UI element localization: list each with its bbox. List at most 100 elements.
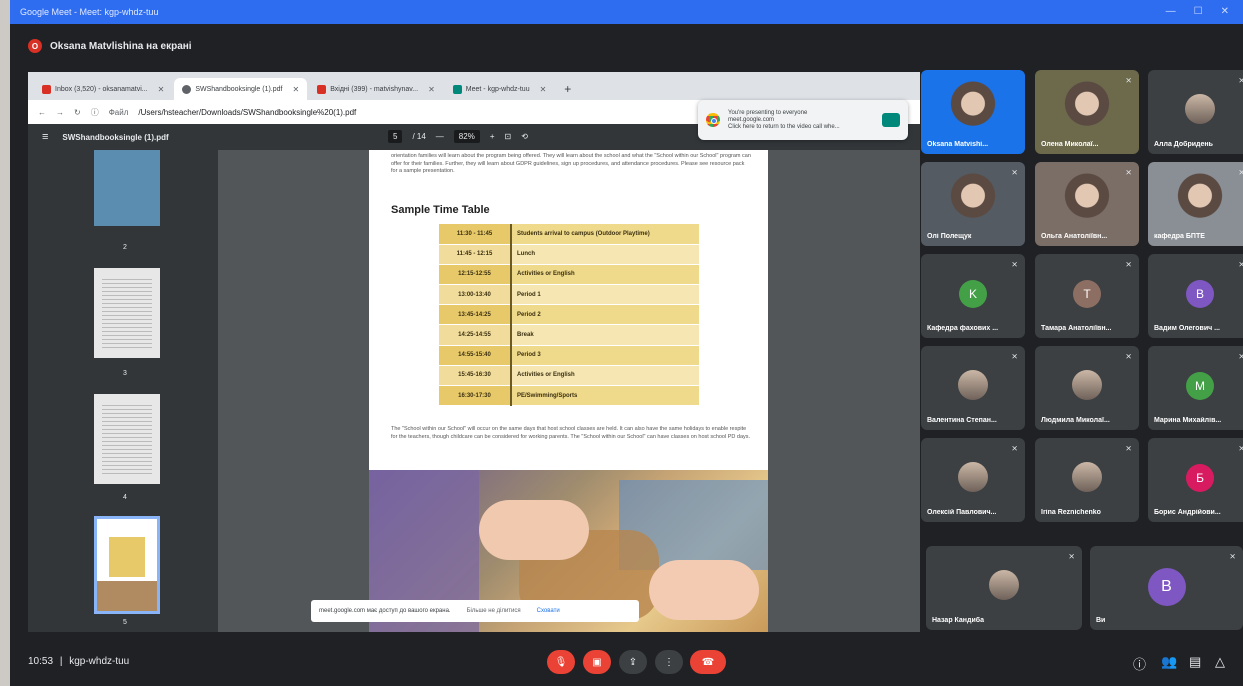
fit-page-icon[interactable]: ⊡ [504,132,511,141]
participant-tile[interactable]: ⨯ Олексій Павлович... [921,438,1025,522]
tab-label: Meet - kgp-whdz-tuu [465,85,530,93]
people-icon[interactable]: 👥 [1161,654,1177,670]
new-tab-button[interactable]: + [556,78,579,100]
close-tab-icon[interactable]: ✕ [428,85,435,94]
browser-tab[interactable]: SWShandbooksingle (1).pdf ✕ [174,78,308,100]
close-tab-icon[interactable]: ✕ [292,85,299,94]
mic-muted-icon: ⨯ [1238,352,1243,361]
timetable-time: 15:45-16:30 [439,365,512,387]
camera-off-icon: ▣ [592,656,602,668]
maximize-icon[interactable]: ☐ [1194,6,1203,17]
browser-tab[interactable]: Вхідні (399) - matvishynav... ✕ [309,78,443,100]
participant-tile[interactable]: ⨯ Irina Reznichenko [1035,438,1139,522]
participant-tile[interactable]: T ⨯ Тамара Анатоліївн... [1035,254,1139,338]
more-options-button[interactable]: ⋮ [655,650,683,674]
camera-toggle-button[interactable]: ▣ [583,650,611,674]
pdf-page: orientation families will learn about th… [369,150,768,632]
browser-tab[interactable]: Meet - kgp-whdz-tuu ✕ [445,78,555,100]
close-tab-icon[interactable]: ✕ [540,85,547,94]
zoom-input[interactable]: 82% [453,130,480,143]
globe-icon [182,84,192,94]
timetable-row: 14:25-14:55 Break [439,324,699,346]
participant-tile[interactable]: B ⨯ Вадим Олегович ... [1148,254,1243,338]
participant-name: Валентина Степан... [927,417,997,424]
page-intro-text: orientation families will learn about th… [391,153,751,175]
tab-label: SWShandbooksingle (1).pdf [195,85,283,93]
participant-tile[interactable]: ⨯ Алла Добридень [1148,70,1243,154]
reload-icon[interactable]: ↻ [74,108,81,117]
timetable-time: 14:25-14:55 [439,324,512,346]
timetable-row: 13:00-13:40 Period 1 [439,284,699,306]
participant-name: Oksana Matvishi... [927,141,989,148]
participant-avatar: M [1186,372,1214,400]
leave-call-button[interactable]: ☎ [690,650,726,674]
participant-tile[interactable]: ⨯ Людмила Миколаї... [1035,346,1139,430]
more-vert-icon: ⋮ [664,656,674,668]
close-icon[interactable]: ✕ [1221,6,1229,17]
url-text[interactable]: /Users/hsteacher/Downloads/SWShandbooksi… [138,108,356,117]
participant-photo [1072,462,1102,492]
timetable-time: 16:30-17:30 [439,385,512,407]
timetable-activity: Period 2 [511,304,699,326]
participant-tile[interactable]: M ⨯ Марина Михайлів... [1148,346,1243,430]
participant-tile[interactable]: ⨯ Ольга Анатоліївн... [1035,162,1139,246]
thumbnail-sidebar: 2 3 4 5 [28,150,218,632]
activities-icon[interactable]: △ [1215,654,1225,670]
participant-name: Людмила Миколаї... [1041,417,1110,424]
timetable-activity: Break [511,324,699,346]
presenting-line1: You're presenting to everyone [728,109,808,116]
participant-tile[interactable]: Б ⨯ Борис Андрійови... [1148,438,1243,522]
participant-name: Олексій Павлович... [927,509,997,516]
rotate-icon[interactable]: ⟲ [521,132,528,141]
page-thumbnail-selected[interactable] [94,516,160,614]
timetable-row: 11:45 - 12:15 Lunch [439,244,699,265]
chat-icon[interactable]: ▤ [1189,654,1201,670]
meeting-details-icon[interactable]: ⓘ [1133,654,1146,673]
hide-button[interactable]: Сховати [537,608,560,614]
presenter-avatar: O [28,39,42,53]
participant-tile[interactable]: B ⨯ Ви [1090,546,1243,630]
page-thumbnail[interactable] [94,268,160,358]
mic-muted-icon: ⨯ [1238,76,1243,85]
minimize-icon[interactable]: — [1166,6,1176,17]
participant-photo [1072,370,1102,400]
timetable-row: 11:30 - 11:45 Students arrival to campus … [439,224,699,245]
page-thumbnail[interactable] [94,150,160,226]
timetable-activity: Activities or English [511,365,699,387]
timetable: 11:30 - 11:45 Students arrival to campus … [439,224,699,407]
zoom-in-icon[interactable]: + [490,132,495,141]
pdf-filename: SWShandbooksingle (1).pdf [62,132,169,142]
mic-muted-icon: ⨯ [1125,352,1132,361]
info-icon: ⓘ [90,107,99,117]
page-number-input[interactable]: 5 [388,130,403,143]
forward-icon[interactable]: → [56,108,64,117]
presenting-popup[interactable]: You're presenting to everyone meet.googl… [698,100,908,140]
participant-tile[interactable]: ⨯ Назар Кандиба [926,546,1082,630]
close-tab-icon[interactable]: ✕ [158,85,165,94]
participant-name: Irina Reznichenko [1041,509,1101,516]
screen-share-notice: meet.google.com має доступ до вашого екр… [311,600,639,622]
participant-name: Борис Андрійови... [1154,509,1221,516]
participant-tile[interactable]: ⨯ Валентина Степан... [921,346,1025,430]
participant-tile[interactable]: K ⨯ Кафедра фахових ... [921,254,1025,338]
thumbnail-number: 4 [123,494,127,501]
mic-muted-icon: ⨯ [1229,552,1236,561]
menu-icon[interactable]: ≡ [42,131,48,143]
plus-icon: + [564,82,572,96]
participant-tile[interactable]: ⨯ кафедра БПТЕ [1148,162,1243,246]
mic-muted-icon: ⨯ [1011,168,1018,177]
participant-tile[interactable]: ⨯ Олена Миколаї... [1035,70,1139,154]
browser-tab[interactable]: Inbox (3,520) - oksanamatvi... ✕ [34,78,172,100]
participant-tile[interactable]: ⨯ Олі Полещук [921,162,1025,246]
meet-icon [452,84,462,94]
present-button[interactable]: ⇪ [619,650,647,674]
participant-tile[interactable]: Oksana Matvishi... [921,70,1025,154]
timetable-time: 13:00-13:40 [439,284,512,306]
page-thumbnail[interactable] [94,394,160,484]
url-scheme: Файл [108,107,129,117]
back-icon[interactable]: ← [38,108,46,117]
mic-muted-icon: ⨯ [1125,76,1132,85]
stop-sharing-button[interactable]: Більше не ділитися [467,608,521,614]
zoom-out-icon[interactable]: — [436,132,444,141]
mic-toggle-button[interactable]: 🎙 [547,650,575,674]
